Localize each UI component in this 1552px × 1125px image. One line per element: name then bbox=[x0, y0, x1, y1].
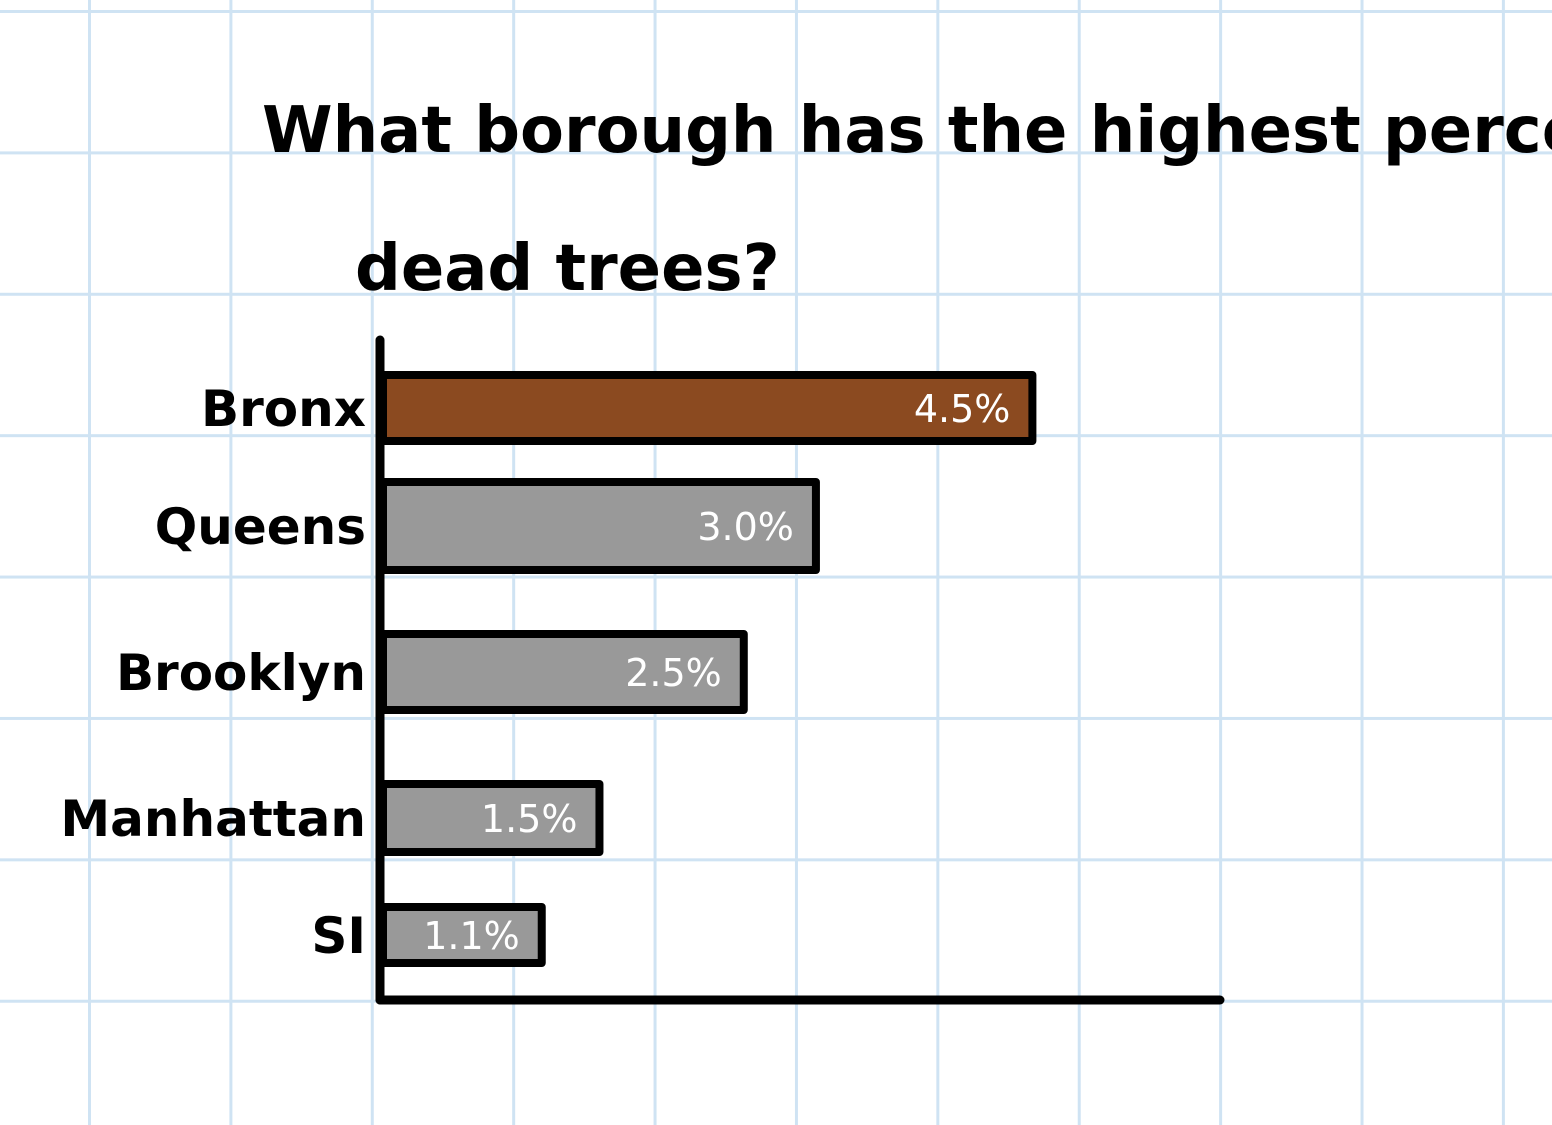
category-label-manhattan: Manhattan bbox=[60, 790, 366, 848]
category-label-queens: Queens bbox=[155, 498, 366, 556]
bar-chart: What borough has the highest percentage … bbox=[60, 94, 1552, 1005]
bar-value-label-bronx: 4.5% bbox=[914, 387, 1011, 431]
bar-value-label-si: 1.1% bbox=[423, 914, 520, 958]
bars-group: 4.5% Bronx 3.0% Queens 2.5% Brooklyn 1.5% Manha… bbox=[60, 371, 1037, 967]
category-label-bronx: Bronx bbox=[201, 380, 366, 438]
bar-value-label-manhattan: 1.5% bbox=[481, 797, 578, 841]
category-label-brooklyn: Brooklyn bbox=[116, 644, 366, 702]
chart-title-line-1: What borough has the highest percentage … bbox=[262, 94, 1552, 168]
category-label-si: SI bbox=[311, 907, 366, 965]
bar-value-label-queens: 3.0% bbox=[697, 505, 794, 549]
chart-title-line-2: dead trees? bbox=[355, 232, 780, 306]
bar-value-label-brooklyn: 2.5% bbox=[625, 651, 722, 695]
